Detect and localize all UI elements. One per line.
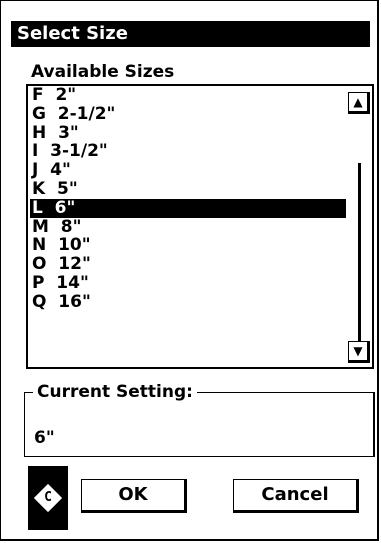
dialog-title: Select Size bbox=[11, 21, 370, 47]
list-item[interactable]: N 10" bbox=[30, 236, 346, 255]
list-item[interactable]: J 4" bbox=[30, 161, 346, 180]
list-item-selected[interactable]: L 6" bbox=[30, 198, 346, 218]
current-setting-group: Current Setting: 6" bbox=[24, 382, 375, 457]
icon-letter: C bbox=[44, 490, 52, 505]
list-item[interactable]: K 5" bbox=[30, 180, 346, 199]
sizes-listbox[interactable]: F 2" G 2-1/2" H 3" I 3-1/2" J 4" K 5" L … bbox=[26, 84, 374, 369]
scroll-down-arrow-icon[interactable]: ▼ bbox=[348, 341, 370, 363]
list-item[interactable]: I 3-1/2" bbox=[30, 142, 346, 161]
diamond-c-icon[interactable]: C bbox=[28, 466, 68, 530]
scroll-up-arrow-icon[interactable]: ▲ bbox=[348, 92, 370, 114]
list-item[interactable]: Q 16" bbox=[30, 292, 346, 312]
scroll-thumb[interactable] bbox=[358, 163, 361, 348]
list-item[interactable]: F 2" bbox=[30, 86, 346, 105]
current-setting-value: 6" bbox=[34, 428, 55, 448]
select-size-dialog: Select Size Available Sizes F 2" G 2-1/2… bbox=[0, 0, 379, 541]
list-item[interactable]: G 2-1/2" bbox=[30, 104, 346, 124]
current-setting-label: Current Setting: bbox=[33, 382, 197, 402]
list-item[interactable]: O 12" bbox=[30, 255, 346, 274]
available-sizes-label: Available Sizes bbox=[31, 62, 175, 82]
ok-button[interactable]: OK bbox=[81, 479, 187, 513]
sizes-list: F 2" G 2-1/2" H 3" I 3-1/2" J 4" K 5" L … bbox=[30, 86, 346, 367]
list-item[interactable]: M 8" bbox=[30, 217, 346, 237]
cancel-button[interactable]: Cancel bbox=[233, 479, 359, 513]
list-scrollbar[interactable]: ▲ ▼ bbox=[346, 86, 372, 367]
list-item[interactable]: H 3" bbox=[30, 123, 346, 143]
list-item[interactable]: P 14" bbox=[30, 274, 346, 293]
